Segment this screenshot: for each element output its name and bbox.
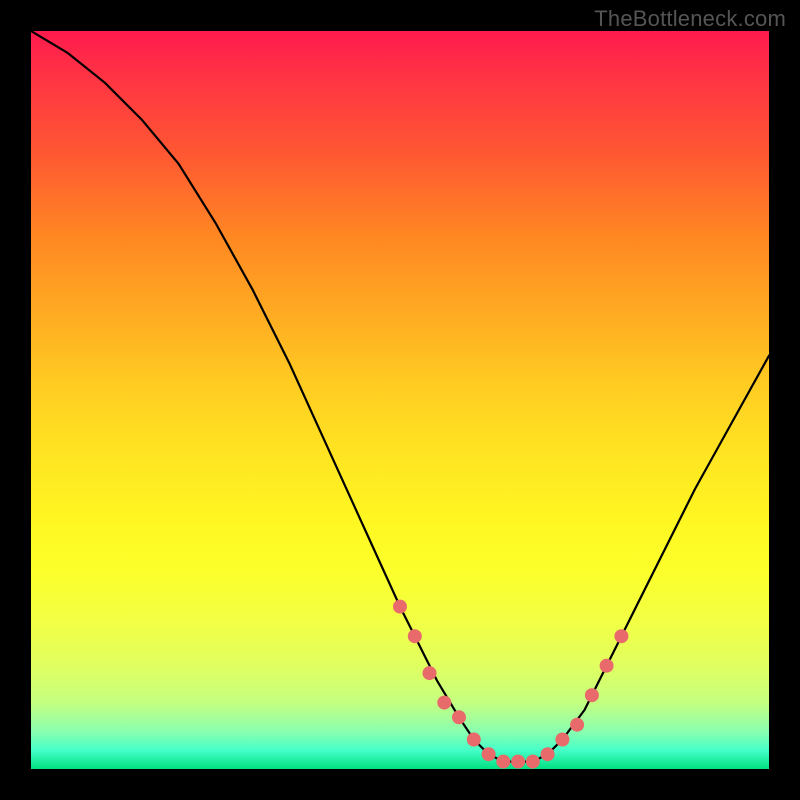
watermark-text: TheBottleneck.com [594, 6, 786, 32]
highlight-point [408, 629, 422, 643]
highlight-point [496, 755, 510, 769]
highlight-markers [393, 600, 628, 769]
highlight-point [423, 666, 437, 680]
bottleneck-curve-svg [31, 31, 769, 769]
highlight-point [614, 629, 628, 643]
highlight-point [555, 733, 569, 747]
highlight-point [393, 600, 407, 614]
highlight-point [511, 755, 525, 769]
highlight-point [467, 733, 481, 747]
highlight-point [585, 688, 599, 702]
highlight-point [570, 718, 584, 732]
highlight-point [600, 659, 614, 673]
highlight-point [482, 747, 496, 761]
highlight-point [526, 755, 540, 769]
highlight-point [541, 747, 555, 761]
highlight-point [437, 696, 451, 710]
chart-plot-area [31, 31, 769, 769]
highlight-point [452, 710, 466, 724]
bottleneck-curve-path [31, 31, 769, 762]
